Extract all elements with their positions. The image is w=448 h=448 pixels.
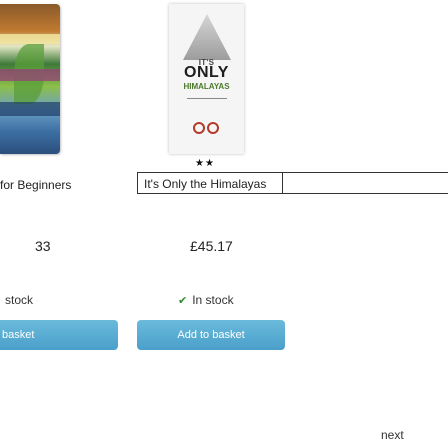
- divider: [187, 98, 227, 99]
- product-title-link[interactable]: for Beginners: [0, 178, 71, 192]
- product-price: 33: [35, 238, 51, 254]
- star-rating: ★★: [195, 158, 215, 169]
- add-to-basket-button[interactable]: Add to basket: [137, 320, 285, 350]
- add-to-basket-button[interactable]: basket: [0, 320, 118, 350]
- cover-art: [0, 34, 60, 44]
- book-cover-image[interactable]: IT'S ONLY HIMALAYAS: [169, 4, 244, 154]
- cover-art: [0, 69, 60, 81]
- divider: [283, 172, 448, 173]
- mountain-icon: [183, 14, 231, 60]
- bicycle-icon: [193, 120, 221, 136]
- divider: [283, 193, 448, 194]
- product-price: £45.17: [190, 238, 233, 254]
- book-cover-image[interactable]: [0, 4, 60, 154]
- cover-art: [0, 102, 60, 116]
- product-title-link[interactable]: It's Only the Himalayas: [144, 177, 266, 191]
- stock-status: stock: [5, 293, 34, 307]
- stock-label: In stock: [192, 293, 234, 307]
- check-icon: ✔: [178, 295, 188, 307]
- next-page-link[interactable]: next: [381, 428, 404, 442]
- stock-status: ✔ In stock: [178, 293, 234, 307]
- cover-title-line: HIMALAYAS: [183, 82, 230, 91]
- cover-title-line: ONLY: [184, 64, 229, 81]
- product-grid: for Beginners 33 stock basket IT'S ONLY …: [0, 0, 448, 448]
